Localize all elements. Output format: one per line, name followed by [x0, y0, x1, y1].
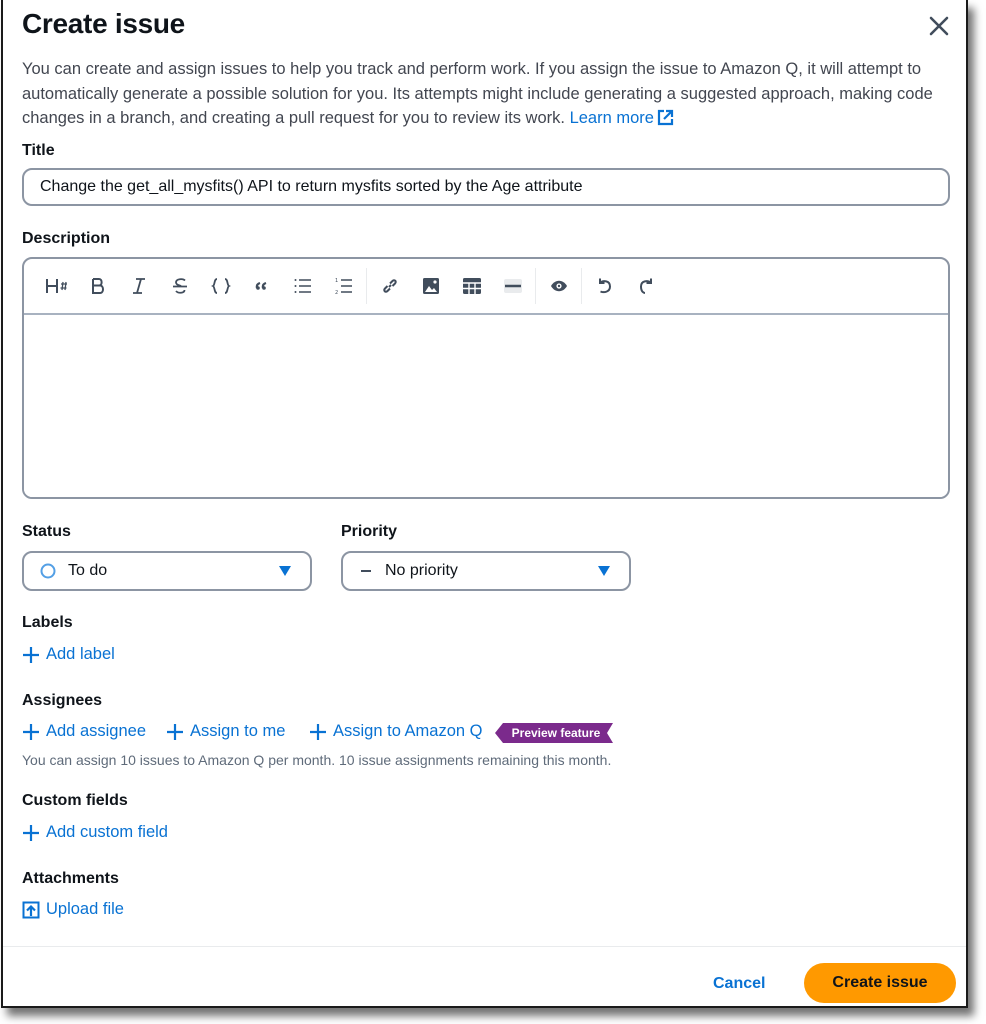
dialog-title: Create issue [22, 8, 185, 39]
external-link-icon [657, 109, 674, 126]
create-issue-dialog: Create issue You can create and assign i… [1, 0, 968, 1008]
footer-divider [3, 946, 966, 947]
add-label-button[interactable]: Add label [22, 645, 115, 664]
image-button[interactable] [410, 268, 451, 304]
add-assignee-button[interactable]: Add assignee [22, 722, 146, 741]
custom-fields-label: Custom fields [22, 792, 128, 809]
priority-label: Priority [341, 523, 398, 540]
quote-icon [255, 281, 266, 290]
caret-down-icon [598, 566, 610, 576]
status-select[interactable]: To do [22, 551, 312, 591]
preview-feature-badge: Preview feature [495, 723, 613, 743]
table-button[interactable] [451, 268, 492, 304]
cancel-button[interactable]: Cancel [703, 968, 775, 1000]
close-button[interactable] [923, 10, 955, 42]
redo-button[interactable] [625, 268, 666, 304]
intro-description: You can create and assign issues to help… [22, 60, 933, 127]
upload-file-text: Upload file [46, 900, 124, 918]
assign-to-me-text: Assign to me [190, 722, 286, 740]
svg-text:1: 1 [335, 278, 338, 284]
priority-select[interactable]: No priority [341, 551, 631, 591]
description-label: Description [22, 230, 111, 247]
assignment-help-text: You can assign 10 issues to Amazon Q per… [22, 752, 612, 768]
status-value: To do [68, 562, 108, 579]
plus-icon [23, 646, 39, 663]
add-label-text: Add label [46, 645, 115, 663]
assign-to-amazon-q-text: Assign to Amazon Q [333, 722, 483, 740]
toolbar-divider [535, 268, 536, 304]
editor-toolbar: 12 [24, 259, 948, 315]
redo-icon [639, 278, 652, 294]
toolbar-divider [366, 268, 367, 304]
learn-more-link[interactable]: Learn more [570, 109, 674, 127]
link-button[interactable] [369, 268, 410, 304]
heading-icon [45, 279, 67, 293]
undo-button[interactable] [584, 268, 625, 304]
strikethrough-icon [172, 278, 187, 294]
assign-to-amazon-q-button[interactable]: Assign to Amazon Q [309, 722, 483, 741]
create-issue-button[interactable]: Create issue [804, 963, 956, 1003]
code-icon [210, 278, 231, 294]
status-label: Status [22, 523, 71, 540]
bold-icon [91, 278, 104, 294]
bulleted-list-button[interactable] [282, 268, 323, 304]
eye-icon [550, 280, 567, 292]
title-label: Title [22, 142, 55, 159]
strikethrough-button[interactable] [159, 268, 200, 304]
svg-text:2: 2 [335, 290, 338, 295]
description-textarea[interactable] [24, 315, 948, 497]
plus-icon [167, 723, 183, 740]
preview-feature-text: Preview feature [511, 726, 601, 740]
assignees-label: Assignees [22, 692, 103, 709]
table-icon [462, 278, 481, 294]
plus-icon [23, 824, 39, 841]
add-assignee-text: Add assignee [46, 722, 146, 740]
plus-icon [310, 723, 326, 740]
attachments-label: Attachments [22, 870, 119, 887]
description-editor: 12 [22, 257, 950, 499]
code-button[interactable] [200, 268, 241, 304]
toolbar-divider [581, 268, 582, 304]
assign-to-me-button[interactable]: Assign to me [166, 722, 285, 741]
link-icon [382, 279, 397, 293]
plus-icon [23, 723, 39, 740]
horizontal-rule-icon [503, 279, 522, 293]
numbered-list-icon: 12 [335, 278, 352, 295]
priority-value: No priority [385, 562, 458, 579]
add-custom-field-button[interactable]: Add custom field [22, 823, 168, 842]
dash-icon [361, 570, 371, 572]
bulleted-list-icon [294, 279, 311, 293]
image-icon [422, 278, 439, 294]
italic-icon [132, 278, 145, 294]
close-icon [929, 16, 949, 36]
circle-icon [40, 563, 56, 579]
undo-icon [598, 278, 611, 294]
bold-button[interactable] [77, 268, 118, 304]
upload-file-button[interactable]: Upload file [22, 900, 124, 919]
add-custom-field-text: Add custom field [46, 823, 168, 841]
caret-down-icon [279, 566, 291, 576]
horizontal-rule-button[interactable] [492, 268, 533, 304]
italic-button[interactable] [118, 268, 159, 304]
heading-button[interactable] [36, 268, 77, 304]
title-input[interactable] [22, 168, 950, 206]
learn-more-label: Learn more [569, 109, 654, 127]
preview-button[interactable] [538, 268, 579, 304]
labels-label: Labels [22, 614, 73, 631]
upload-icon [22, 901, 40, 918]
intro-text: You can create and assign issues to help… [22, 57, 952, 131]
numbered-list-button[interactable]: 12 [323, 268, 364, 304]
quote-button[interactable] [241, 268, 282, 304]
